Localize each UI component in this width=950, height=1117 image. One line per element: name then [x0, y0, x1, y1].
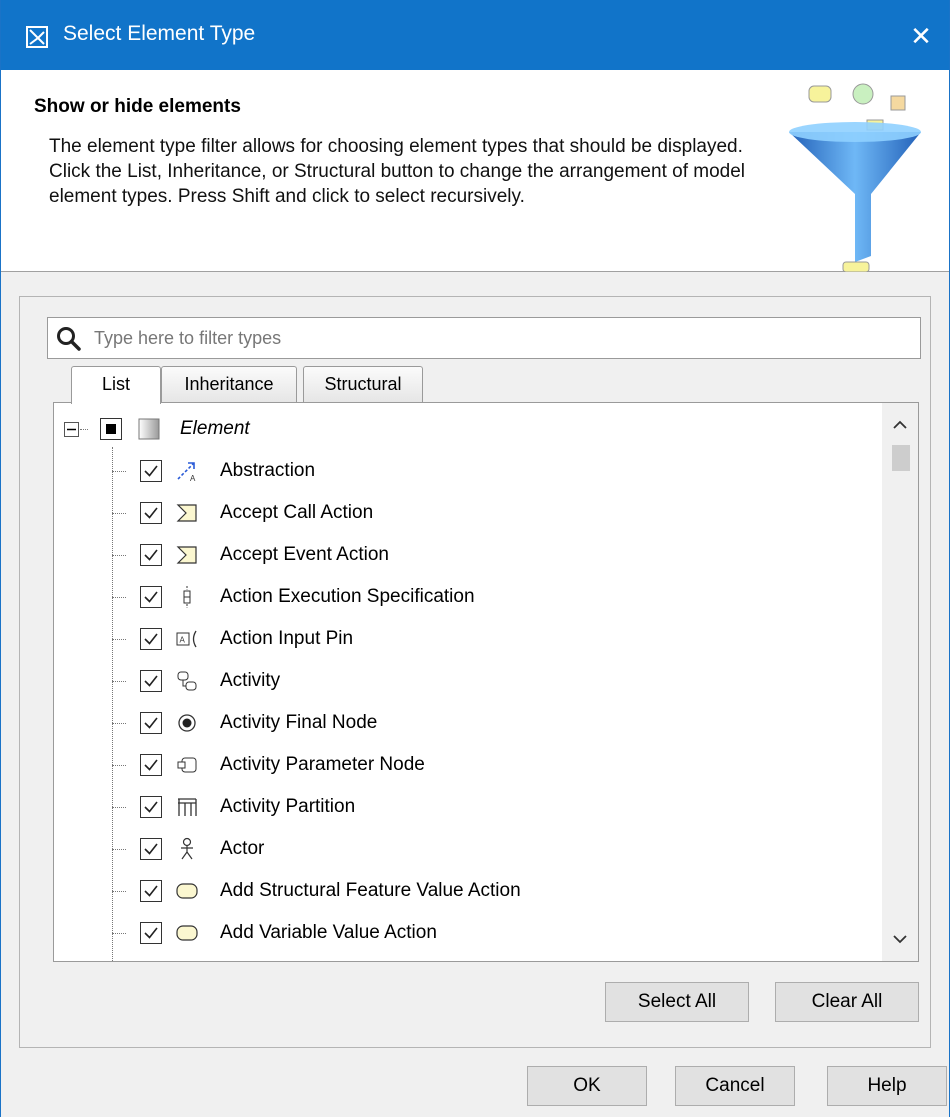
list-item[interactable]: Actor — [54, 828, 874, 870]
item-checkbox[interactable] — [140, 628, 162, 650]
tree-root-row[interactable]: Element — [54, 408, 874, 450]
help-button[interactable]: Help — [827, 1066, 947, 1106]
tab-inheritance[interactable]: Inheritance — [161, 366, 297, 402]
tab-list-label: List — [101, 374, 130, 394]
svg-text:A: A — [190, 474, 196, 483]
item-checkbox[interactable] — [140, 754, 162, 776]
activity-icon — [177, 671, 197, 691]
tab-list[interactable]: List — [71, 366, 161, 404]
element-type-tree[interactable]: Element A Abstraction Accept Call Action — [53, 402, 919, 962]
action-icon — [176, 925, 198, 941]
actor-icon — [181, 837, 193, 860]
abstraction-icon: A — [177, 462, 196, 483]
item-label: Action Input Pin — [220, 628, 354, 649]
action-input-pin-icon: A — [176, 630, 197, 648]
activity-final-node-icon — [178, 714, 196, 732]
element-icon — [138, 418, 160, 440]
action-icon — [176, 883, 198, 899]
close-button[interactable]: ✕ — [901, 16, 941, 56]
funnel-filter-icon — [789, 83, 921, 272]
close-icon: ✕ — [910, 21, 932, 51]
root-checkbox[interactable] — [100, 418, 122, 440]
item-label: Activity Final Node — [220, 712, 378, 733]
item-checkbox[interactable] — [140, 922, 162, 944]
item-label: Accept Event Action — [220, 544, 389, 565]
header-description: The element type filter allows for choos… — [49, 136, 745, 207]
accept-call-action-icon — [176, 504, 197, 522]
scroll-thumb[interactable] — [892, 445, 910, 471]
activity-partition-icon — [178, 798, 197, 816]
list-item[interactable]: Accept Event Action — [54, 534, 874, 576]
tab-inheritance-label: Inheritance — [184, 374, 274, 394]
list-item[interactable]: A Abstraction — [54, 450, 874, 492]
list-item[interactable]: Add Variable Value Action — [54, 912, 874, 954]
dialog-header: Show or hide elements The element type f… — [1, 70, 949, 272]
search-icon — [57, 327, 81, 351]
title-bar: Select Element Type ✕ — [1, 0, 949, 70]
list-item[interactable]: Add Structural Feature Value Action — [54, 870, 874, 912]
filter-types-input[interactable] — [92, 324, 912, 352]
item-label: Actor — [220, 838, 265, 859]
app-icon — [26, 26, 48, 48]
item-checkbox[interactable] — [140, 544, 162, 566]
scroll-up-icon[interactable] — [882, 411, 918, 441]
item-checkbox[interactable] — [140, 880, 162, 902]
list-item[interactable]: Activity — [54, 660, 874, 702]
list-item[interactable]: Activity Partition — [54, 786, 874, 828]
item-checkbox[interactable] — [140, 670, 162, 692]
clear-all-button[interactable]: Clear All — [775, 982, 919, 1022]
search-box — [47, 317, 921, 359]
cancel-button[interactable]: Cancel — [675, 1066, 795, 1106]
tab-structural-label: Structural — [324, 374, 402, 394]
select-all-button[interactable]: Select All — [605, 982, 749, 1022]
item-label: Add Variable Value Action — [220, 922, 437, 943]
item-checkbox[interactable] — [140, 838, 162, 860]
collapse-icon[interactable] — [64, 422, 79, 437]
list-item[interactable]: Action Execution Specification — [54, 576, 874, 618]
item-checkbox[interactable] — [140, 502, 162, 524]
item-label: Abstraction — [220, 460, 316, 481]
header-title: Show or hide elements — [34, 96, 241, 117]
item-label: Activity Partition — [220, 796, 356, 817]
accept-event-action-icon — [176, 546, 197, 564]
list-item[interactable]: Activity Parameter Node — [54, 744, 874, 786]
item-checkbox[interactable] — [140, 460, 162, 482]
scroll-down-icon[interactable] — [882, 925, 918, 955]
list-item[interactable]: A Action Input Pin — [54, 618, 874, 660]
list-item[interactable]: Accept Call Action — [54, 492, 874, 534]
item-label: Activity Parameter Node — [220, 754, 425, 775]
select-element-type-dialog: Select Element Type ✕ Show or hide eleme… — [0, 0, 950, 1117]
item-label: Accept Call Action — [220, 502, 374, 523]
ok-button[interactable]: OK — [527, 1066, 647, 1106]
item-checkbox[interactable] — [140, 586, 162, 608]
item-label: Action Execution Specification — [220, 586, 475, 607]
item-label: Activity — [220, 670, 281, 691]
item-checkbox[interactable] — [140, 796, 162, 818]
svg-text:A: A — [180, 636, 186, 645]
list-item[interactable]: Activity Final Node — [54, 702, 874, 744]
tree-scrollbar[interactable] — [882, 403, 918, 961]
item-label: Add Structural Feature Value Action — [220, 880, 521, 901]
action-execution-specification-icon — [183, 586, 191, 608]
root-label: Element — [180, 418, 250, 439]
window-title: Select Element Type — [63, 22, 256, 45]
tab-structural[interactable]: Structural — [303, 366, 423, 402]
activity-parameter-node-icon — [177, 757, 197, 773]
item-checkbox[interactable] — [140, 712, 162, 734]
